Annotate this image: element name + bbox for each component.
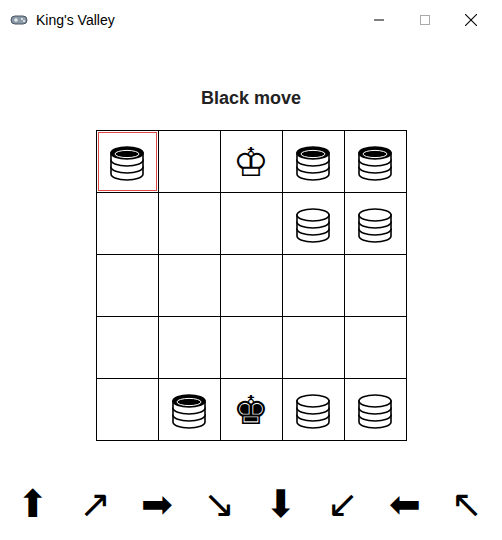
direction-button[interactable]: ↗ — [64, 479, 126, 529]
board-cell[interactable] — [159, 379, 220, 440]
minimize-button[interactable] — [356, 0, 402, 40]
board-cell[interactable] — [97, 379, 158, 440]
board-cell[interactable] — [345, 317, 406, 378]
board-cell[interactable] — [159, 317, 220, 378]
board-cell[interactable] — [159, 131, 220, 192]
board-cell[interactable] — [345, 379, 406, 440]
board-cell[interactable] — [97, 317, 158, 378]
stack-icon — [356, 205, 394, 243]
board-cell[interactable] — [345, 131, 406, 192]
maximize-button[interactable] — [402, 0, 448, 40]
window-title: King's Valley — [36, 10, 115, 31]
board-cell[interactable] — [221, 193, 282, 254]
direction-button[interactable]: ↖ — [436, 479, 498, 529]
board-cell[interactable] — [283, 255, 344, 316]
stack-icon — [108, 143, 146, 181]
direction-button[interactable]: ↙ — [312, 479, 374, 529]
board-cell[interactable] — [345, 193, 406, 254]
title-bar: King's Valley — [0, 0, 502, 40]
board-cell[interactable]: ♔ — [221, 131, 282, 192]
app-window: King's ValleyBlack move♔♚⬆↗➡↘⬇↙⬅↖ — [0, 0, 502, 540]
board-cell[interactable] — [159, 255, 220, 316]
close-icon — [465, 14, 477, 26]
board-cell[interactable] — [159, 193, 220, 254]
close-button[interactable] — [448, 0, 494, 40]
white-king: ♔ — [233, 142, 269, 182]
direction-button[interactable]: ⬆ — [2, 479, 64, 529]
stack-icon — [170, 391, 208, 429]
stack-icon — [356, 143, 394, 181]
stack-icon — [294, 391, 332, 429]
game-board: ♔♚ — [96, 130, 407, 441]
direction-button[interactable]: ⬅ — [374, 479, 436, 529]
black-king: ♚ — [233, 390, 269, 430]
board-cell[interactable] — [283, 317, 344, 378]
status-text: Black move — [0, 86, 502, 110]
stack-icon — [356, 391, 394, 429]
board-cell[interactable] — [97, 131, 158, 192]
board-cell[interactable] — [97, 193, 158, 254]
board-cell[interactable] — [221, 317, 282, 378]
maximize-icon — [420, 15, 430, 25]
board-cell[interactable] — [345, 255, 406, 316]
direction-bar: ⬆↗➡↘⬇↙⬅↖ — [0, 479, 502, 529]
board-cell[interactable] — [97, 255, 158, 316]
board-cell[interactable] — [283, 131, 344, 192]
minimize-icon — [374, 15, 384, 25]
direction-button[interactable]: ⬇ — [250, 479, 312, 529]
direction-button[interactable]: ➡ — [126, 479, 188, 529]
board-cell[interactable]: ♚ — [221, 379, 282, 440]
direction-button[interactable]: ↘ — [188, 479, 250, 529]
gamepad-icon — [10, 14, 28, 26]
board-cell[interactable] — [283, 193, 344, 254]
stack-icon — [294, 205, 332, 243]
stack-icon — [294, 143, 332, 181]
board-cell[interactable] — [283, 379, 344, 440]
board-cell[interactable] — [221, 255, 282, 316]
